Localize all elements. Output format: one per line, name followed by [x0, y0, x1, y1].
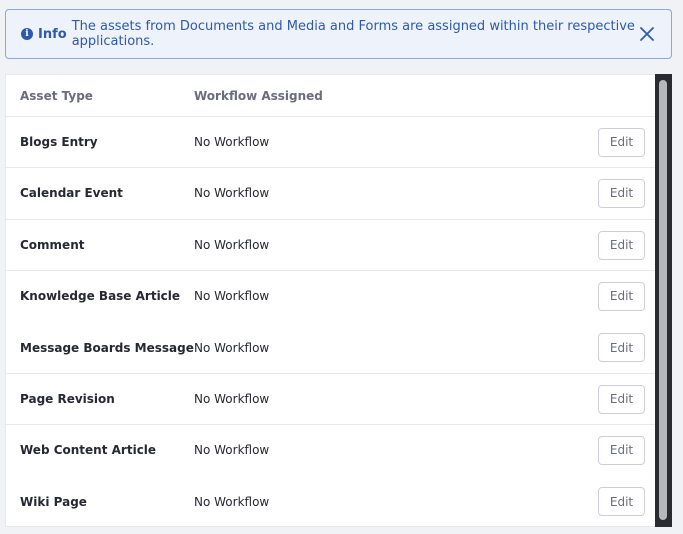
asset-type-cell: Wiki Page	[20, 494, 87, 509]
table-row: Knowledge Base Article No Workflow Edit	[6, 270, 657, 321]
workflow-cell: No Workflow	[194, 289, 270, 303]
workflow-cell: No Workflow	[194, 238, 270, 252]
edit-button[interactable]: Edit	[598, 435, 645, 465]
asset-type-cell: Calendar Event	[20, 186, 123, 200]
table-row: Calendar Event No Workflow Edit	[6, 167, 657, 218]
edit-button[interactable]: Edit	[598, 178, 645, 208]
workflow-cell: No Workflow	[194, 494, 270, 509]
edit-button[interactable]: Edit	[598, 281, 645, 311]
scrollbar-thumb[interactable]	[659, 80, 667, 520]
table-row: Web Content Article No Workflow Edit	[6, 424, 657, 475]
edit-button[interactable]: Edit	[598, 487, 645, 516]
alert-message: The assets from Documents and Media and …	[71, 19, 635, 49]
edit-button[interactable]: Edit	[598, 230, 645, 260]
asset-type-cell: Page Revision	[20, 392, 115, 406]
workflow-table: Asset Type Workflow Assigned Blogs Entry…	[5, 74, 657, 527]
workflow-cell: No Workflow	[194, 443, 270, 457]
workflow-cell: No Workflow	[194, 340, 270, 355]
table-row: Message Boards Message No Workflow Edit	[6, 322, 657, 373]
info-icon: i	[21, 28, 33, 40]
table-header: Asset Type Workflow Assigned	[6, 75, 657, 117]
workflow-cell: No Workflow	[194, 135, 270, 149]
table-row: Page Revision No Workflow Edit	[6, 373, 657, 424]
asset-type-cell: Message Boards Message	[20, 340, 194, 355]
header-workflow-assigned: Workflow Assigned	[194, 89, 323, 103]
edit-button[interactable]: Edit	[598, 384, 645, 414]
edit-button[interactable]: Edit	[598, 127, 645, 157]
info-alert: i Info The assets from Documents and Med…	[5, 9, 672, 59]
asset-type-cell: Blogs Entry	[20, 135, 98, 149]
workflow-cell: No Workflow	[194, 392, 270, 406]
edit-button[interactable]: Edit	[598, 333, 645, 362]
scrollbar[interactable]	[655, 74, 672, 527]
table-row: Wiki Page No Workflow Edit	[6, 476, 657, 526]
asset-type-cell: Knowledge Base Article	[20, 289, 181, 303]
header-asset-type: Asset Type	[20, 89, 93, 103]
table-row: Blogs Entry No Workflow Edit	[6, 116, 657, 167]
close-icon[interactable]	[637, 24, 657, 44]
asset-type-cell: Web Content Article	[20, 443, 157, 457]
workflow-cell: No Workflow	[194, 186, 270, 200]
alert-lead: Info	[38, 26, 67, 42]
table-row: Comment No Workflow Edit	[6, 219, 657, 270]
asset-type-cell: Comment	[20, 238, 85, 252]
